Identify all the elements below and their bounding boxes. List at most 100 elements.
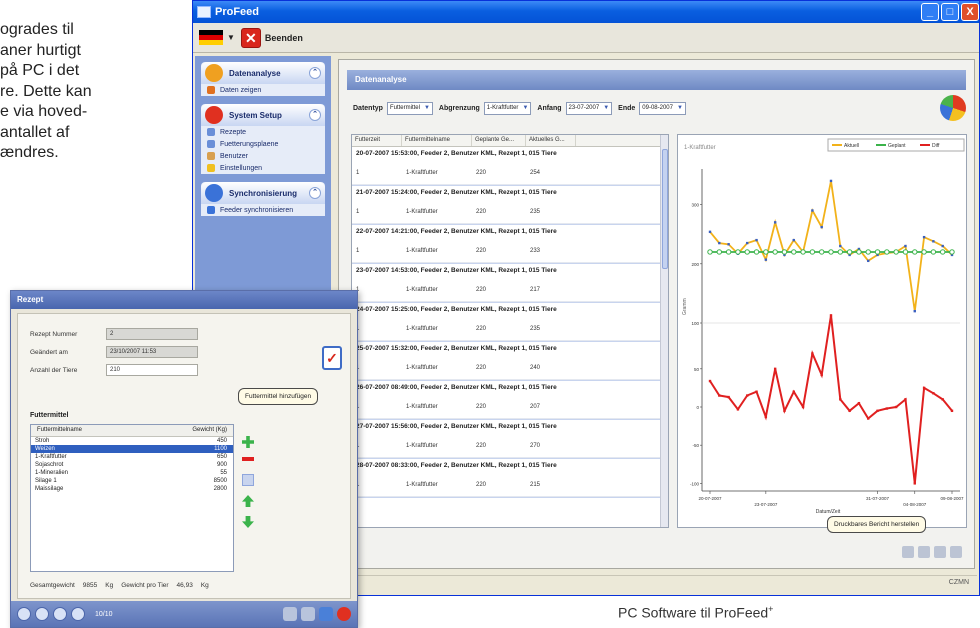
preview-icon[interactable] bbox=[918, 546, 930, 558]
feed-list-item[interactable]: 1-Mineralien 55 bbox=[31, 469, 233, 477]
remove-feed-button[interactable] bbox=[242, 457, 254, 461]
sidebar-item-label: Feeder synchronisieren bbox=[220, 206, 294, 214]
table-row[interactable]: 1 1-Kraftfutter 220 254 bbox=[352, 161, 668, 185]
feed-name: Sojaschrot bbox=[35, 462, 64, 468]
total-value: 9855 bbox=[82, 582, 98, 589]
feed-weight: 8500 bbox=[213, 478, 227, 484]
chevron-down-icon[interactable]: ▼ bbox=[677, 105, 683, 111]
dialog-title[interactable]: Rezept bbox=[11, 291, 357, 309]
group-header[interactable]: 21-07-2007 15:24:00, Feeder 2, Benutzer … bbox=[352, 186, 668, 200]
group-header[interactable]: 23-07-2007 14:53:00, Feeder 2, Benutzer … bbox=[352, 264, 668, 278]
report-icon[interactable] bbox=[950, 546, 962, 558]
table-row[interactable]: 1 1-Kraftfutter 220 207 bbox=[352, 395, 668, 419]
table-row[interactable]: 1 1-Kraftfutter 220 235 bbox=[352, 200, 668, 224]
feed-list-item[interactable]: Stroh 450 bbox=[31, 437, 233, 445]
exit-icon[interactable]: ✕ bbox=[240, 27, 261, 48]
first-record-button[interactable] bbox=[17, 607, 31, 621]
save-icon[interactable] bbox=[319, 607, 333, 621]
chevron-up-icon[interactable]: ⌃ bbox=[309, 187, 321, 199]
data-point bbox=[716, 249, 723, 255]
sidebar-item[interactable]: Fuetterungsplaene bbox=[201, 138, 325, 150]
next-record-button[interactable] bbox=[53, 607, 67, 621]
filter-select[interactable]: 1-Kraftfutter ▼ bbox=[483, 101, 532, 115]
exit-button-label[interactable]: Beenden bbox=[265, 33, 303, 43]
column-header[interactable]: Aktuelles G... bbox=[526, 135, 576, 146]
last-record-button[interactable] bbox=[71, 607, 85, 621]
maximize-button[interactable]: □ bbox=[941, 3, 959, 21]
printer-icon[interactable] bbox=[902, 546, 914, 558]
chevron-up-icon[interactable]: ⌃ bbox=[309, 67, 321, 79]
edit-feed-button[interactable] bbox=[242, 474, 254, 486]
group-header[interactable]: 26-07-2007 08:49:00, Feeder 2, Benutzer … bbox=[352, 381, 668, 395]
animal-count-input[interactable]: 210 bbox=[106, 364, 198, 376]
sidebar-item-icon bbox=[207, 164, 215, 172]
scroll-thumb[interactable] bbox=[662, 149, 668, 269]
chevron-down-icon[interactable]: ▼ bbox=[424, 105, 430, 111]
chevron-up-icon[interactable]: ⌃ bbox=[309, 109, 321, 121]
data-point bbox=[950, 409, 954, 413]
title-bar[interactable]: ProFeed _ □ X bbox=[193, 1, 979, 23]
chevron-down-icon[interactable]: ▼ bbox=[603, 105, 609, 111]
copy-icon[interactable] bbox=[301, 607, 315, 621]
column-header[interactable]: Futterzeit bbox=[352, 135, 402, 146]
table-row[interactable]: 1 1-Kraftfutter 220 270 bbox=[352, 434, 668, 458]
table-row[interactable]: 1 1-Kraftfutter 220 233 bbox=[352, 239, 668, 263]
table-scrollbar[interactable] bbox=[660, 135, 668, 527]
pie-chart-icon[interactable] bbox=[940, 95, 966, 121]
move-down-button[interactable] bbox=[242, 516, 254, 528]
filter-label: Datentyp bbox=[353, 104, 383, 112]
sidebar-group-header[interactable]: Datenanalyse ⌃ bbox=[201, 62, 325, 84]
chevron-down-icon[interactable]: ▼ bbox=[227, 33, 235, 42]
sidebar-item[interactable]: Rezepte bbox=[201, 126, 325, 138]
checklist-icon[interactable]: ✓ bbox=[322, 346, 342, 370]
column-header[interactable]: Futtermittelname bbox=[402, 135, 472, 146]
group-header[interactable]: 27-07-2007 15:56:00, Feeder 2, Benutzer … bbox=[352, 420, 668, 434]
export-icon[interactable] bbox=[934, 546, 946, 558]
print-icon[interactable] bbox=[283, 607, 297, 621]
table-row[interactable]: 1 1-Kraftfutter 220 240 bbox=[352, 356, 668, 380]
german-flag-icon[interactable] bbox=[199, 30, 223, 45]
group-header[interactable]: 24-07-2007 15:25:00, Feeder 2, Benutzer … bbox=[352, 303, 668, 317]
total-label: Gesamtgewicht bbox=[30, 582, 75, 589]
data-point bbox=[744, 249, 750, 255]
field-recipe-number: Rezept Nummer 2 bbox=[30, 328, 198, 340]
sidebar-item[interactable]: Feeder synchronisieren bbox=[201, 204, 325, 216]
sidebar-item[interactable]: Einstellungen bbox=[201, 162, 325, 174]
feed-list-item[interactable]: 1-Kraftfutter 650 bbox=[31, 453, 233, 461]
add-feed-button[interactable] bbox=[242, 436, 254, 448]
column-header[interactable]: Geplante Ge... bbox=[472, 135, 526, 146]
sidebar-item-icon bbox=[207, 152, 215, 160]
feed-list-item[interactable]: Sojaschrot 900 bbox=[31, 461, 233, 469]
close-dialog-icon[interactable] bbox=[337, 607, 351, 621]
print-report-tooltip: Druckbares Bericht herstellen bbox=[827, 516, 927, 533]
filter-value: Futtermittel bbox=[389, 105, 420, 111]
sidebar-group-header[interactable]: System Setup ⌃ bbox=[201, 104, 325, 126]
sidebar-group-header[interactable]: Synchronisierung ⌃ bbox=[201, 182, 325, 204]
sidebar-item[interactable]: Benutzer bbox=[201, 150, 325, 162]
caption-sup: + bbox=[768, 604, 774, 614]
table-cell: 220 bbox=[476, 442, 487, 449]
minimize-button[interactable]: _ bbox=[921, 3, 939, 21]
group-header[interactable]: 25-07-2007 15:32:00, Feeder 2, Benutzer … bbox=[352, 342, 668, 356]
group-header[interactable]: 28-07-2007 08:33:00, Feeder 2, Benutzer … bbox=[352, 459, 668, 473]
table-row[interactable]: 1 1-Kraftfutter 220 217 bbox=[352, 278, 668, 302]
move-up-button[interactable] bbox=[242, 495, 254, 507]
table-row[interactable]: 1 1-Kraftfutter 220 215 bbox=[352, 473, 668, 497]
y-tick-label: 200 bbox=[691, 262, 699, 267]
filter-select[interactable]: 23-07-2007 ▼ bbox=[565, 101, 613, 115]
table-row[interactable]: 1 1-Kraftfutter 220 235 bbox=[352, 317, 668, 341]
chevron-down-icon[interactable]: ▼ bbox=[522, 105, 528, 111]
group-header[interactable]: 20-07-2007 15:53:00, Feeder 2, Benutzer … bbox=[352, 147, 668, 161]
sidebar-group-title: Synchronisierung bbox=[229, 188, 298, 198]
data-point bbox=[763, 249, 769, 255]
filter-select[interactable]: 09-08-2007 ▼ bbox=[639, 101, 686, 115]
previous-record-button[interactable] bbox=[35, 607, 49, 621]
feed-list-item[interactable]: Maissilage 2800 bbox=[31, 485, 233, 493]
table-group: 22-07-2007 14:21:00, Feeder 2, Benutzer … bbox=[352, 225, 668, 264]
filter-select[interactable]: Futtermittel ▼ bbox=[386, 101, 433, 115]
feed-list-item[interactable]: Silage 1 8500 bbox=[31, 477, 233, 485]
feed-list-item[interactable]: Weizen 1100 bbox=[31, 445, 233, 453]
sidebar-item[interactable]: Daten zeigen bbox=[201, 84, 325, 96]
close-button[interactable]: X bbox=[961, 3, 979, 21]
group-header[interactable]: 22-07-2007 14:21:00, Feeder 2, Benutzer … bbox=[352, 225, 668, 239]
